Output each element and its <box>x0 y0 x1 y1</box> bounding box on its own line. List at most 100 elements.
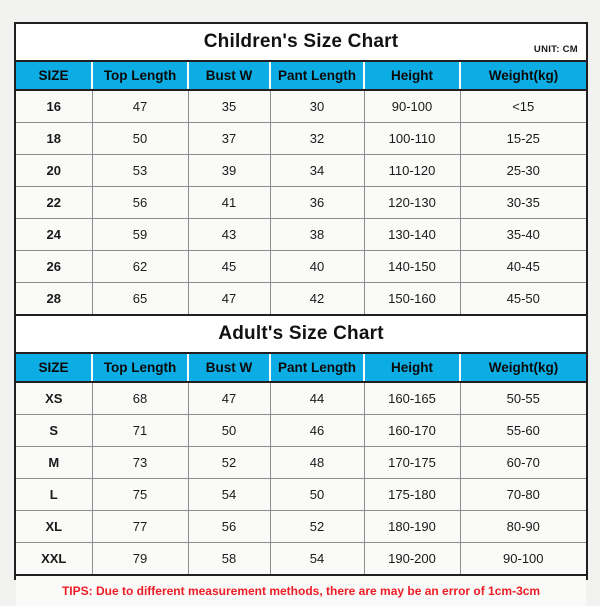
cell-top-length: 65 <box>92 282 189 316</box>
cell-weight: 45-50 <box>460 282 587 316</box>
children-size-chart-table: Children's Size Chart UNIT: CM SIZE Top … <box>16 24 587 316</box>
table-row: 20 53 39 34 110-120 25-30 <box>16 154 587 187</box>
cell-weight: <15 <box>460 90 587 123</box>
cell-bust-w: 43 <box>188 218 271 251</box>
cell-weight: 50-55 <box>460 382 587 415</box>
adult-column-header-size: SIZE <box>16 353 93 383</box>
unit-label: UNIT: CM <box>533 44 579 55</box>
table-row: S 71 50 46 160-170 55-60 <box>16 414 587 447</box>
cell-pant-length: 52 <box>270 510 365 543</box>
cell-weight: 55-60 <box>460 414 587 447</box>
cell-pant-length: 44 <box>270 382 365 415</box>
cell-weight: 40-45 <box>460 250 587 283</box>
table-row: 28 65 47 42 150-160 45-50 <box>16 282 587 316</box>
children-column-header-size: SIZE <box>16 61 93 91</box>
table-row: 24 59 43 38 130-140 35-40 <box>16 218 587 251</box>
cell-size: S <box>16 414 93 447</box>
cell-bust-w: 50 <box>188 414 271 447</box>
cell-pant-length: 40 <box>270 250 365 283</box>
cell-top-length: 47 <box>92 90 189 123</box>
table-row: 22 56 41 36 120-130 30-35 <box>16 186 587 219</box>
cell-size: M <box>16 446 93 479</box>
children-chart-title-cell: Children's Size Chart UNIT: CM <box>16 24 587 62</box>
cell-pant-length: 46 <box>270 414 365 447</box>
cell-height: 100-110 <box>364 122 461 155</box>
cell-weight: 70-80 <box>460 478 587 511</box>
cell-pant-length: 50 <box>270 478 365 511</box>
cell-bust-w: 35 <box>188 90 271 123</box>
cell-weight: 25-30 <box>460 154 587 187</box>
cell-size: L <box>16 478 93 511</box>
adult-chart-header-row: SIZE Top Length Bust W Pant Length Heigh… <box>16 353 587 383</box>
tips-note: TIPS: Due to different measurement metho… <box>61 584 541 598</box>
adult-size-chart-table: Adult's Size Chart SIZE Top Length Bust … <box>16 316 587 606</box>
cell-height: 175-180 <box>364 478 461 511</box>
adult-chart-title-cell: Adult's Size Chart <box>16 316 587 354</box>
cell-bust-w: 41 <box>188 186 271 219</box>
children-column-header-bust-w: Bust W <box>188 61 271 91</box>
cell-size: XS <box>16 382 93 415</box>
cell-top-length: 71 <box>92 414 189 447</box>
cell-weight: 90-100 <box>460 542 587 576</box>
table-row: 18 50 37 32 100-110 15-25 <box>16 122 587 155</box>
children-chart-title: Children's Size Chart <box>203 31 399 52</box>
table-row: 26 62 45 40 140-150 40-45 <box>16 250 587 283</box>
table-row: XL 77 56 52 180-190 80-90 <box>16 510 587 543</box>
cell-weight: 80-90 <box>460 510 587 543</box>
table-row: 16 47 35 30 90-100 <15 <box>16 90 587 123</box>
cell-pant-length: 30 <box>270 90 365 123</box>
adult-chart-title: Adult's Size Chart <box>218 323 384 344</box>
cell-height: 110-120 <box>364 154 461 187</box>
table-row: XXL 79 58 54 190-200 90-100 <box>16 542 587 576</box>
adult-column-header-height: Height <box>364 353 461 383</box>
cell-size: XL <box>16 510 93 543</box>
cell-bust-w: 45 <box>188 250 271 283</box>
cell-top-length: 77 <box>92 510 189 543</box>
cell-top-length: 62 <box>92 250 189 283</box>
tips-row: TIPS: Due to different measurement metho… <box>16 575 587 606</box>
cell-size: 26 <box>16 250 93 283</box>
cell-bust-w: 54 <box>188 478 271 511</box>
cell-bust-w: 58 <box>188 542 271 576</box>
cell-top-length: 75 <box>92 478 189 511</box>
size-chart-sheet: Children's Size Chart UNIT: CM SIZE Top … <box>14 22 588 606</box>
cell-height: 160-165 <box>364 382 461 415</box>
table-row: XS 68 47 44 160-165 50-55 <box>16 382 587 415</box>
children-column-header-weight: Weight(kg) <box>460 61 587 91</box>
cell-height: 150-160 <box>364 282 461 316</box>
adult-column-header-top-length: Top Length <box>92 353 189 383</box>
cell-height: 190-200 <box>364 542 461 576</box>
cell-height: 130-140 <box>364 218 461 251</box>
cell-top-length: 59 <box>92 218 189 251</box>
children-column-header-pant-length: Pant Length <box>270 61 365 91</box>
cell-top-length: 56 <box>92 186 189 219</box>
adult-column-header-pant-length: Pant Length <box>270 353 365 383</box>
cell-pant-length: 42 <box>270 282 365 316</box>
cell-height: 120-130 <box>364 186 461 219</box>
cell-size: 18 <box>16 122 93 155</box>
cell-weight: 35-40 <box>460 218 587 251</box>
cell-size: 24 <box>16 218 93 251</box>
children-column-header-top-length: Top Length <box>92 61 189 91</box>
cell-bust-w: 47 <box>188 382 271 415</box>
cell-weight: 15-25 <box>460 122 587 155</box>
cell-bust-w: 47 <box>188 282 271 316</box>
cell-weight: 30-35 <box>460 186 587 219</box>
table-row: M 73 52 48 170-175 60-70 <box>16 446 587 479</box>
cell-pant-length: 32 <box>270 122 365 155</box>
cell-size: 28 <box>16 282 93 316</box>
cell-height: 170-175 <box>364 446 461 479</box>
cell-top-length: 53 <box>92 154 189 187</box>
cell-top-length: 73 <box>92 446 189 479</box>
tips-cell: TIPS: Due to different measurement metho… <box>16 575 587 606</box>
cell-top-length: 79 <box>92 542 189 576</box>
adult-column-header-bust-w: Bust W <box>188 353 271 383</box>
cell-top-length: 68 <box>92 382 189 415</box>
cell-size: 22 <box>16 186 93 219</box>
cell-height: 160-170 <box>364 414 461 447</box>
cell-pant-length: 54 <box>270 542 365 576</box>
cell-pant-length: 34 <box>270 154 365 187</box>
cell-weight: 60-70 <box>460 446 587 479</box>
cell-bust-w: 52 <box>188 446 271 479</box>
cell-size: 16 <box>16 90 93 123</box>
